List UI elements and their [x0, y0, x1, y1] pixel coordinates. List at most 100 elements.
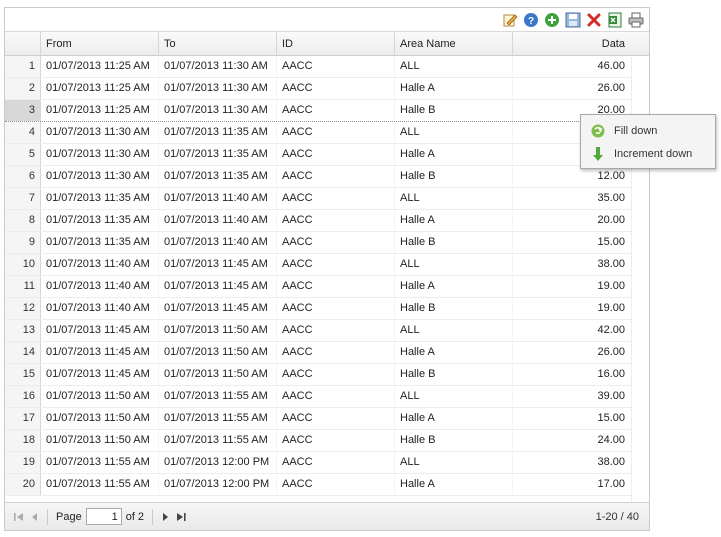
- area-name-cell[interactable]: Halle A: [395, 210, 513, 231]
- id-cell[interactable]: AACC: [277, 342, 395, 363]
- table-row[interactable]: 13 01/07/2013 11:45 AM 01/07/2013 11:50 AM…: [5, 320, 649, 342]
- to-cell[interactable]: 01/07/2013 11:35 AM: [159, 166, 277, 187]
- data-cell[interactable]: 19.00: [513, 298, 631, 319]
- table-row[interactable]: 11 01/07/2013 11:40 AM 01/07/2013 11:45 AM…: [5, 276, 649, 298]
- column-header-from[interactable]: From: [41, 32, 159, 56]
- row-number-cell[interactable]: 7: [5, 188, 41, 209]
- data-cell[interactable]: 24.00: [513, 430, 631, 451]
- area-name-cell[interactable]: Halle A: [395, 474, 513, 495]
- row-number-cell[interactable]: 18: [5, 430, 41, 451]
- to-cell[interactable]: 01/07/2013 11:45 AM: [159, 276, 277, 297]
- area-name-cell[interactable]: Halle B: [395, 166, 513, 187]
- data-cell[interactable]: 15.00: [513, 232, 631, 253]
- column-header-id[interactable]: ID: [277, 32, 395, 56]
- from-cell[interactable]: 01/07/2013 11:30 AM: [41, 144, 159, 165]
- from-cell[interactable]: 01/07/2013 11:35 AM: [41, 188, 159, 209]
- to-cell[interactable]: 01/07/2013 12:00 PM: [159, 452, 277, 473]
- to-cell[interactable]: 01/07/2013 12:00 PM: [159, 474, 277, 495]
- row-number-cell[interactable]: 5: [5, 144, 41, 165]
- id-cell[interactable]: AACC: [277, 474, 395, 495]
- from-cell[interactable]: 01/07/2013 11:45 AM: [41, 342, 159, 363]
- table-row[interactable]: 12 01/07/2013 11:40 AM 01/07/2013 11:45 AM…: [5, 298, 649, 320]
- row-number-cell[interactable]: 17: [5, 408, 41, 429]
- menu-item-fill-down[interactable]: Fill down: [583, 119, 713, 142]
- to-cell[interactable]: 01/07/2013 11:55 AM: [159, 430, 277, 451]
- id-cell[interactable]: AACC: [277, 210, 395, 231]
- area-name-cell[interactable]: ALL: [395, 452, 513, 473]
- id-cell[interactable]: AACC: [277, 452, 395, 473]
- area-name-cell[interactable]: Halle A: [395, 408, 513, 429]
- from-cell[interactable]: 01/07/2013 11:30 AM: [41, 122, 159, 143]
- id-cell[interactable]: AACC: [277, 122, 395, 143]
- from-cell[interactable]: 01/07/2013 11:30 AM: [41, 166, 159, 187]
- from-cell[interactable]: 01/07/2013 11:25 AM: [41, 56, 159, 77]
- id-cell[interactable]: AACC: [277, 408, 395, 429]
- table-row[interactable]: 7 01/07/2013 11:35 AM 01/07/2013 11:40 AM A…: [5, 188, 649, 210]
- from-cell[interactable]: 01/07/2013 11:35 AM: [41, 232, 159, 253]
- help-icon[interactable]: ?: [522, 11, 540, 29]
- table-row[interactable]: 16 01/07/2013 11:50 AM 01/07/2013 11:55 AM…: [5, 386, 649, 408]
- to-cell[interactable]: 01/07/2013 11:50 AM: [159, 320, 277, 341]
- to-cell[interactable]: 01/07/2013 11:30 AM: [159, 78, 277, 99]
- table-row[interactable]: 20 01/07/2013 11:55 AM 01/07/2013 12:00 PM…: [5, 474, 649, 496]
- area-name-cell[interactable]: Halle B: [395, 298, 513, 319]
- data-cell[interactable]: 46.00: [513, 56, 631, 77]
- from-cell[interactable]: 01/07/2013 11:45 AM: [41, 364, 159, 385]
- row-number-cell[interactable]: 8: [5, 210, 41, 231]
- data-cell[interactable]: 20.00: [513, 210, 631, 231]
- row-number-cell[interactable]: 9: [5, 232, 41, 253]
- area-name-cell[interactable]: Halle A: [395, 276, 513, 297]
- id-cell[interactable]: AACC: [277, 320, 395, 341]
- data-cell[interactable]: 42.00: [513, 320, 631, 341]
- row-number-cell[interactable]: 15: [5, 364, 41, 385]
- data-cell[interactable]: 12.00: [513, 166, 631, 187]
- table-row[interactable]: 8 01/07/2013 11:35 AM 01/07/2013 11:40 AM A…: [5, 210, 649, 232]
- data-cell[interactable]: 26.00: [513, 342, 631, 363]
- table-row[interactable]: 6 01/07/2013 11:30 AM 01/07/2013 11:35 AM A…: [5, 166, 649, 188]
- from-cell[interactable]: 01/07/2013 11:50 AM: [41, 408, 159, 429]
- data-cell[interactable]: 15.00: [513, 408, 631, 429]
- row-number-cell[interactable]: 16: [5, 386, 41, 407]
- table-row[interactable]: 15 01/07/2013 11:45 AM 01/07/2013 11:50 AM…: [5, 364, 649, 386]
- table-row[interactable]: 10 01/07/2013 11:40 AM 01/07/2013 11:45 AM…: [5, 254, 649, 276]
- data-cell[interactable]: 16.00: [513, 364, 631, 385]
- column-header-to[interactable]: To: [159, 32, 277, 56]
- data-cell[interactable]: 26.00: [513, 78, 631, 99]
- id-cell[interactable]: AACC: [277, 254, 395, 275]
- table-row[interactable]: 17 01/07/2013 11:50 AM 01/07/2013 11:55 AM…: [5, 408, 649, 430]
- add-icon[interactable]: [543, 11, 561, 29]
- from-cell[interactable]: 01/07/2013 11:40 AM: [41, 298, 159, 319]
- data-cell[interactable]: 38.00: [513, 254, 631, 275]
- from-cell[interactable]: 01/07/2013 11:55 AM: [41, 474, 159, 495]
- row-number-cell[interactable]: 2: [5, 78, 41, 99]
- from-cell[interactable]: 01/07/2013 11:25 AM: [41, 100, 159, 121]
- column-header-area-name[interactable]: Area Name: [395, 32, 513, 56]
- area-name-cell[interactable]: ALL: [395, 122, 513, 143]
- id-cell[interactable]: AACC: [277, 56, 395, 77]
- table-row[interactable]: 3 01/07/2013 11:25 AM 01/07/2013 11:30 AM A…: [5, 100, 649, 122]
- data-cell[interactable]: 38.00: [513, 452, 631, 473]
- from-cell[interactable]: 01/07/2013 11:40 AM: [41, 276, 159, 297]
- table-row[interactable]: 4 01/07/2013 11:30 AM 01/07/2013 11:35 AM A…: [5, 122, 649, 144]
- to-cell[interactable]: 01/07/2013 11:40 AM: [159, 232, 277, 253]
- row-number-cell[interactable]: 10: [5, 254, 41, 275]
- id-cell[interactable]: AACC: [277, 144, 395, 165]
- row-number-cell[interactable]: 14: [5, 342, 41, 363]
- row-number-cell[interactable]: 19: [5, 452, 41, 473]
- data-cell[interactable]: 17.00: [513, 474, 631, 495]
- to-cell[interactable]: 01/07/2013 11:35 AM: [159, 144, 277, 165]
- to-cell[interactable]: 01/07/2013 11:30 AM: [159, 100, 277, 121]
- first-page-icon[interactable]: [11, 509, 27, 525]
- table-row[interactable]: 14 01/07/2013 11:45 AM 01/07/2013 11:50 AM…: [5, 342, 649, 364]
- from-cell[interactable]: 01/07/2013 11:35 AM: [41, 210, 159, 231]
- delete-icon[interactable]: [585, 11, 603, 29]
- area-name-cell[interactable]: ALL: [395, 386, 513, 407]
- row-number-cell[interactable]: 1: [5, 56, 41, 77]
- area-name-cell[interactable]: Halle A: [395, 144, 513, 165]
- table-row[interactable]: 18 01/07/2013 11:50 AM 01/07/2013 11:55 AM…: [5, 430, 649, 452]
- row-number-cell[interactable]: 6: [5, 166, 41, 187]
- id-cell[interactable]: AACC: [277, 188, 395, 209]
- print-icon[interactable]: [627, 11, 645, 29]
- to-cell[interactable]: 01/07/2013 11:55 AM: [159, 408, 277, 429]
- id-cell[interactable]: AACC: [277, 78, 395, 99]
